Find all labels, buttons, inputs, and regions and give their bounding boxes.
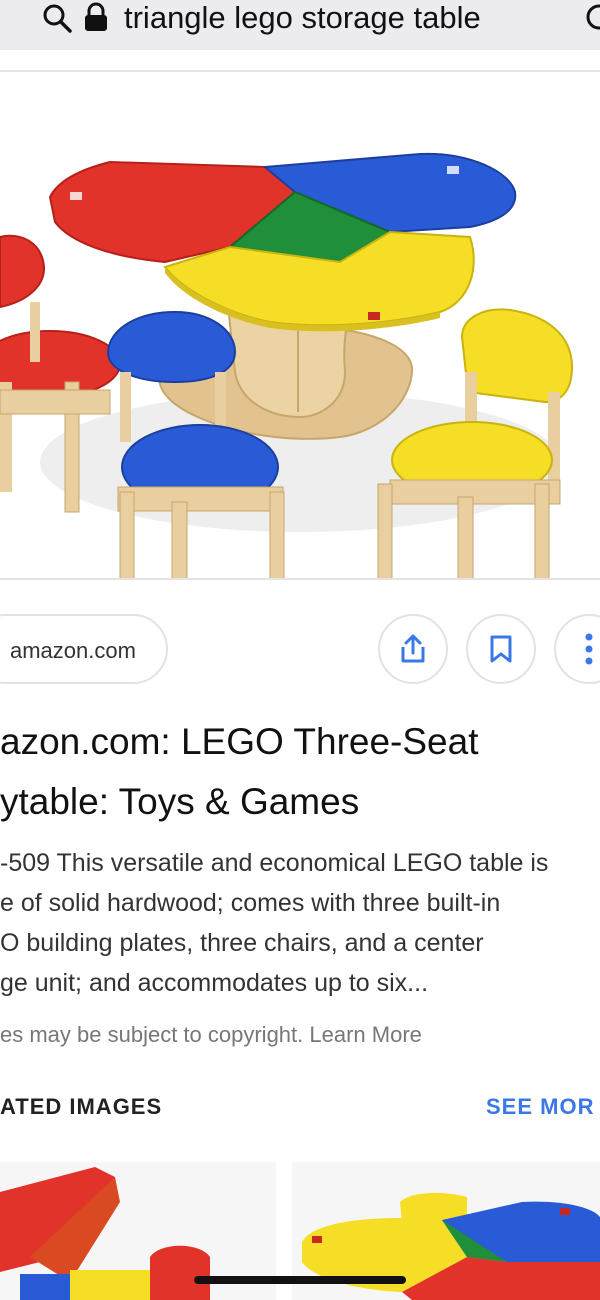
reload-icon[interactable] [584, 2, 600, 32]
title-line-2: ytable: Toys & Games [0, 781, 360, 822]
see-more-link[interactable]: SEE MOR [486, 1094, 594, 1120]
search-query[interactable]: triangle lego storage table [124, 0, 481, 36]
lock-icon [85, 2, 107, 31]
title-line-1: azon.com: LEGO Three-Seat [0, 721, 479, 762]
home-indicator[interactable] [194, 1276, 406, 1284]
search-icon [43, 4, 72, 33]
save-button[interactable] [466, 614, 536, 684]
description-line-4: ge unit; and accommodates up to six... [0, 969, 429, 997]
share-icon [401, 634, 425, 663]
result-image[interactable] [0, 72, 600, 580]
divider [0, 578, 600, 580]
more-options-button[interactable] [554, 614, 600, 684]
bookmark-icon [490, 635, 512, 663]
result-title[interactable]: azon.com: LEGO Three-Seat ytable: Toys &… [0, 712, 600, 832]
description-line-2: e of solid hardwood; comes with three bu… [0, 889, 501, 917]
description-line-3: O building plates, three chairs, and a c… [0, 929, 484, 957]
lego-table-illustration [0, 152, 574, 580]
source-label[interactable]: amazon.com [10, 638, 136, 664]
copyright-notice[interactable]: es may be subject to copyright. Learn Mo… [0, 1022, 600, 1048]
description-line-1: -509 This versatile and economical LEGO … [0, 849, 549, 877]
address-bar[interactable]: triangle lego storage table [0, 0, 600, 50]
share-button[interactable] [378, 614, 448, 684]
page: triangle lego storage table amazon.com a… [0, 0, 600, 1300]
result-description: -509 This versatile and economical LEGO … [0, 843, 600, 1003]
more-icon [585, 633, 593, 665]
related-images-heading: ATED IMAGES [0, 1094, 163, 1119]
